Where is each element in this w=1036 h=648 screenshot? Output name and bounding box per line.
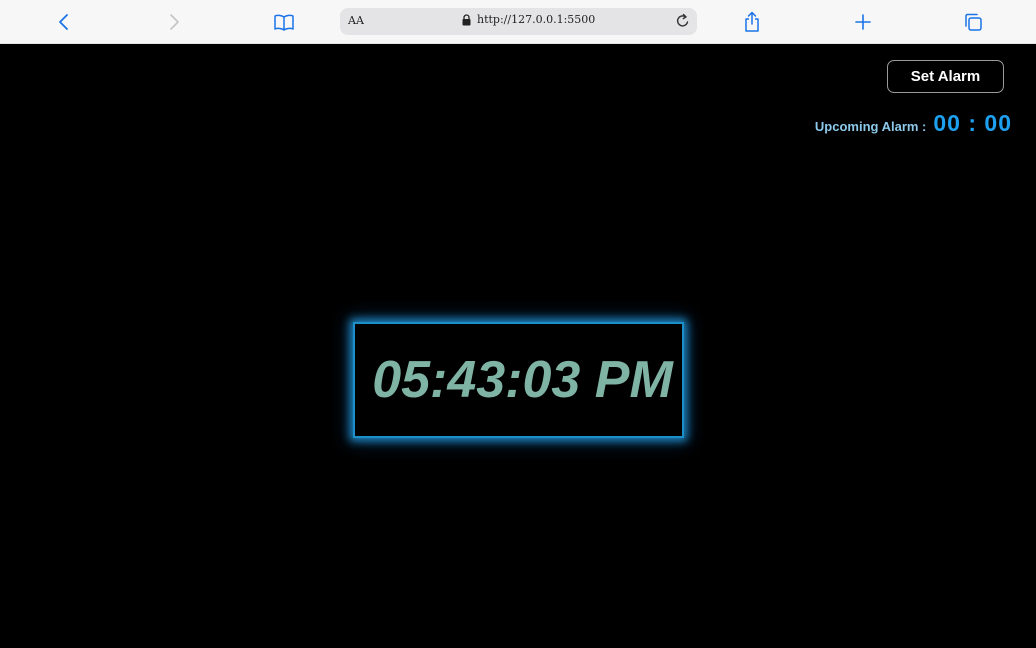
upcoming-alarm-time: 00 : 00: [933, 110, 1012, 136]
share-icon: [745, 11, 759, 32]
share-button[interactable]: [738, 8, 766, 36]
tabs-overview-button[interactable]: [959, 8, 987, 36]
reload-icon[interactable]: [675, 13, 691, 29]
url-display: http://127.0.0.1:5500: [462, 13, 595, 26]
browser-toolbar: AA http://127.0.0.1:5500: [0, 0, 1036, 44]
tabs-icon: [965, 13, 982, 31]
upcoming-alarm-label: Upcoming Alarm :: [814, 119, 927, 134]
address-bar[interactable]: AA http://127.0.0.1:5500: [340, 8, 697, 35]
set-alarm-button[interactable]: Set Alarm: [887, 60, 1004, 93]
lock-icon: [462, 13, 471, 25]
url-text: http://127.0.0.1:5500: [477, 13, 596, 26]
book-icon: [274, 14, 294, 31]
plus-icon: [855, 14, 871, 30]
clock-time-display: 05:43:03 PM: [372, 351, 673, 409]
digital-clock: 05:43:03 PM: [353, 322, 684, 438]
bookmarks-button[interactable]: [270, 8, 298, 36]
forward-button[interactable]: [160, 8, 188, 36]
back-button[interactable]: [50, 8, 78, 36]
reader-text-size-button[interactable]: AA: [348, 14, 364, 27]
upcoming-alarm: Upcoming Alarm : 00 : 00: [815, 110, 1012, 137]
chevron-left-icon: [59, 14, 68, 30]
chevron-right-icon: [170, 14, 179, 30]
new-tab-button[interactable]: [849, 8, 877, 36]
